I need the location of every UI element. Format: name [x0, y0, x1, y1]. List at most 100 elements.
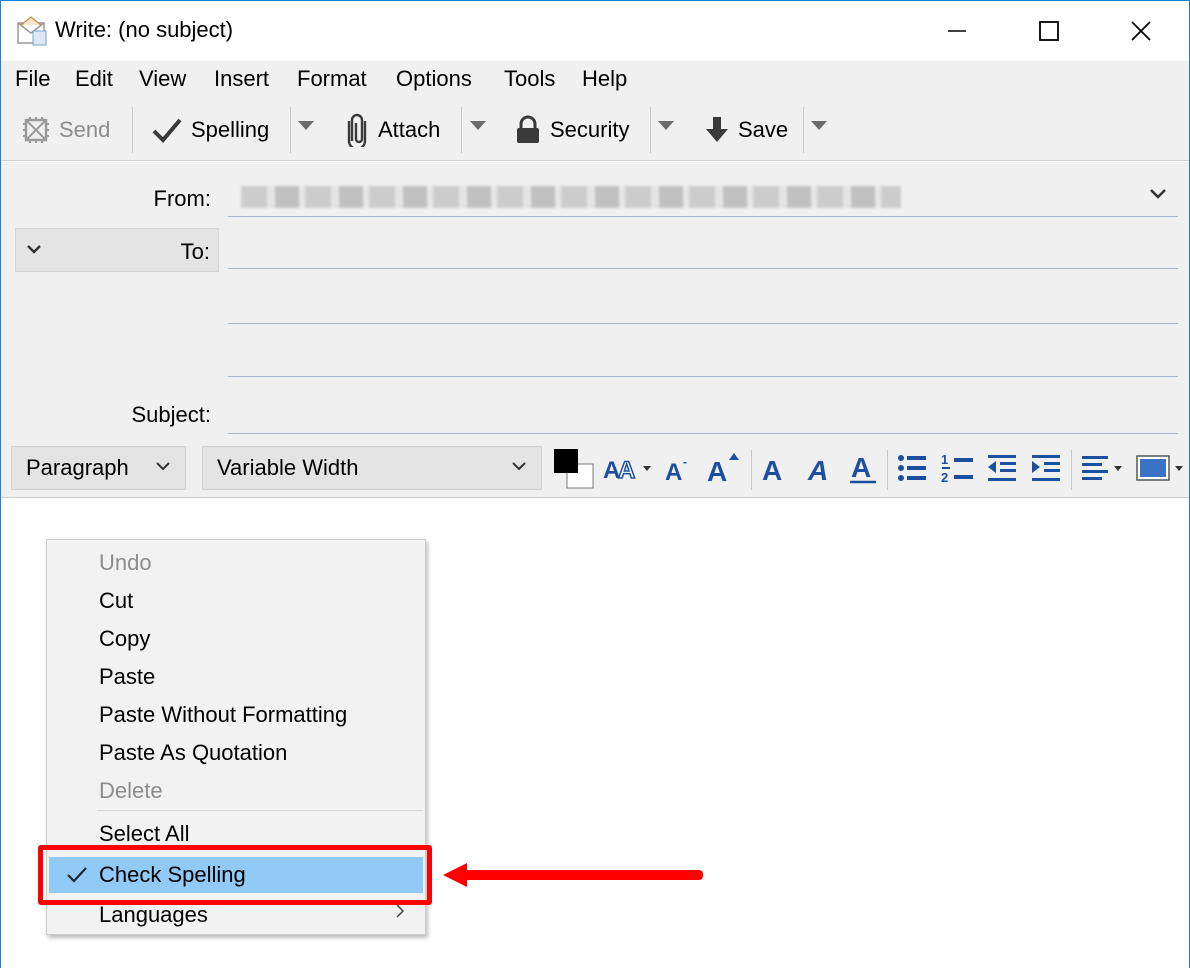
menu-tools[interactable]: Tools [504, 66, 555, 92]
context-paste-without-formatting-label: Paste Without Formatting [99, 702, 348, 727]
context-copy-label: Copy [99, 626, 151, 651]
menu-edit[interactable]: Edit [75, 66, 113, 92]
paragraph-format-select[interactable]: Paragraph [11, 446, 186, 490]
svg-text:1: 1 [941, 452, 948, 467]
bold-icon[interactable]: A [759, 450, 789, 486]
maximize-button[interactable] [1003, 1, 1095, 61]
chevron-down-icon [27, 245, 41, 254]
context-separator [97, 810, 423, 811]
minimize-button[interactable] [911, 1, 1003, 61]
format-divider [751, 450, 752, 490]
menu-file[interactable]: File [15, 66, 50, 92]
subject-label: Subject: [131, 402, 212, 427]
italic-icon[interactable]: A [804, 450, 834, 486]
toolbar-divider [132, 107, 133, 153]
save-dropdown-icon[interactable] [811, 121, 827, 130]
decrease-font-size-icon[interactable]: A- [663, 450, 697, 486]
indent-icon[interactable] [1029, 450, 1063, 486]
context-cut[interactable]: Cut [47, 583, 425, 619]
send-label: Send [59, 117, 111, 142]
window-title: Write: (no subject) [55, 17, 234, 42]
minimize-icon [948, 30, 966, 32]
download-arrow-icon [706, 117, 728, 142]
menu-view[interactable]: View [139, 66, 186, 92]
format-toolbar: Paragraph Variable Width AA A- A A A A 1… [1, 444, 1189, 498]
annotation-arrow-icon [443, 863, 703, 887]
save-button[interactable]: Save [704, 109, 788, 151]
context-paste-without-formatting[interactable]: Paste Without Formatting [47, 697, 425, 733]
compose-window: Write: (no subject) File Edit View Inser… [0, 0, 1190, 968]
from-label: From: [153, 186, 211, 211]
context-paste-label: Paste [99, 664, 156, 689]
mail-compose-icon [17, 16, 47, 46]
spelling-label: Spelling [191, 117, 270, 142]
compose-toolbar: Send Spelling Attach Security Save [1, 99, 1189, 161]
send-icon [23, 117, 49, 143]
save-label: Save [738, 117, 789, 142]
context-undo[interactable]: Undo [47, 545, 425, 581]
close-button[interactable] [1095, 1, 1187, 61]
close-icon [1131, 21, 1151, 41]
paperclip-icon [347, 113, 367, 147]
context-paste-as-quotation-label: Paste As Quotation [99, 740, 288, 765]
context-delete[interactable]: Delete [47, 773, 425, 809]
align-left-icon[interactable] [1079, 450, 1127, 486]
attach-dropdown-icon[interactable] [470, 121, 486, 130]
menu-insert[interactable]: Insert [214, 66, 269, 92]
context-cut-label: Cut [99, 588, 134, 613]
security-label: Security [550, 117, 630, 142]
context-select-all-label: Select All [99, 821, 190, 846]
chevron-down-icon [156, 462, 170, 471]
menu-bar: File Edit View Insert Format Options Too… [1, 61, 1189, 99]
to-label: To: [180, 239, 210, 264]
svg-text:A: A [707, 456, 727, 485]
font-family-select[interactable]: Variable Width [202, 446, 542, 490]
annotation-highlight-box [38, 845, 432, 905]
chevron-down-icon [512, 462, 526, 471]
context-copy[interactable]: Copy [47, 621, 425, 657]
spelling-dropdown-icon[interactable] [298, 121, 314, 130]
maximize-icon [1039, 21, 1059, 41]
svg-text:A: A [851, 452, 871, 483]
context-paste[interactable]: Paste [47, 659, 425, 695]
context-delete-label: Delete [99, 778, 163, 803]
paragraph-format-value: Paragraph [26, 455, 129, 480]
to-field[interactable] [228, 268, 1178, 269]
toolbar-divider [650, 107, 651, 153]
send-button[interactable]: Send [21, 109, 110, 151]
underline-icon[interactable]: A [847, 450, 879, 486]
increase-font-size-icon[interactable]: A [705, 450, 745, 486]
subject-field[interactable] [228, 433, 1178, 434]
svg-text:-: - [683, 455, 687, 469]
bulleted-list-icon[interactable] [895, 450, 929, 486]
from-address-redacted [241, 186, 901, 208]
font-size-icon[interactable]: AA [603, 450, 653, 486]
cc-field[interactable] [228, 323, 1178, 324]
menu-format[interactable]: Format [297, 66, 367, 92]
format-divider [887, 450, 888, 490]
context-undo-label: Undo [99, 550, 152, 575]
attach-button[interactable]: Attach [344, 109, 440, 151]
chevron-down-icon[interactable] [1149, 188, 1167, 200]
menu-options[interactable]: Options [396, 66, 472, 92]
lock-icon [517, 115, 539, 143]
from-underline [228, 216, 1178, 217]
checkmark-icon [152, 118, 182, 143]
format-divider [1071, 450, 1072, 490]
outdent-icon[interactable] [985, 450, 1019, 486]
attach-label: Attach [378, 117, 441, 142]
security-dropdown-icon[interactable] [658, 121, 674, 130]
font-family-value: Variable Width [217, 455, 359, 480]
toolbar-divider [290, 107, 291, 153]
insert-image-icon[interactable] [1135, 450, 1187, 486]
toolbar-divider [461, 107, 462, 153]
security-button[interactable]: Security [514, 109, 629, 151]
bcc-field[interactable] [228, 376, 1178, 377]
recipient-type-toggle[interactable]: To: [15, 228, 219, 272]
chevron-right-icon [396, 904, 405, 918]
text-color-icon[interactable] [553, 448, 595, 490]
numbered-list-icon[interactable]: 12 [939, 450, 975, 486]
menu-help[interactable]: Help [582, 66, 627, 92]
context-paste-as-quotation[interactable]: Paste As Quotation [47, 735, 425, 771]
spelling-button[interactable]: Spelling [151, 109, 269, 151]
